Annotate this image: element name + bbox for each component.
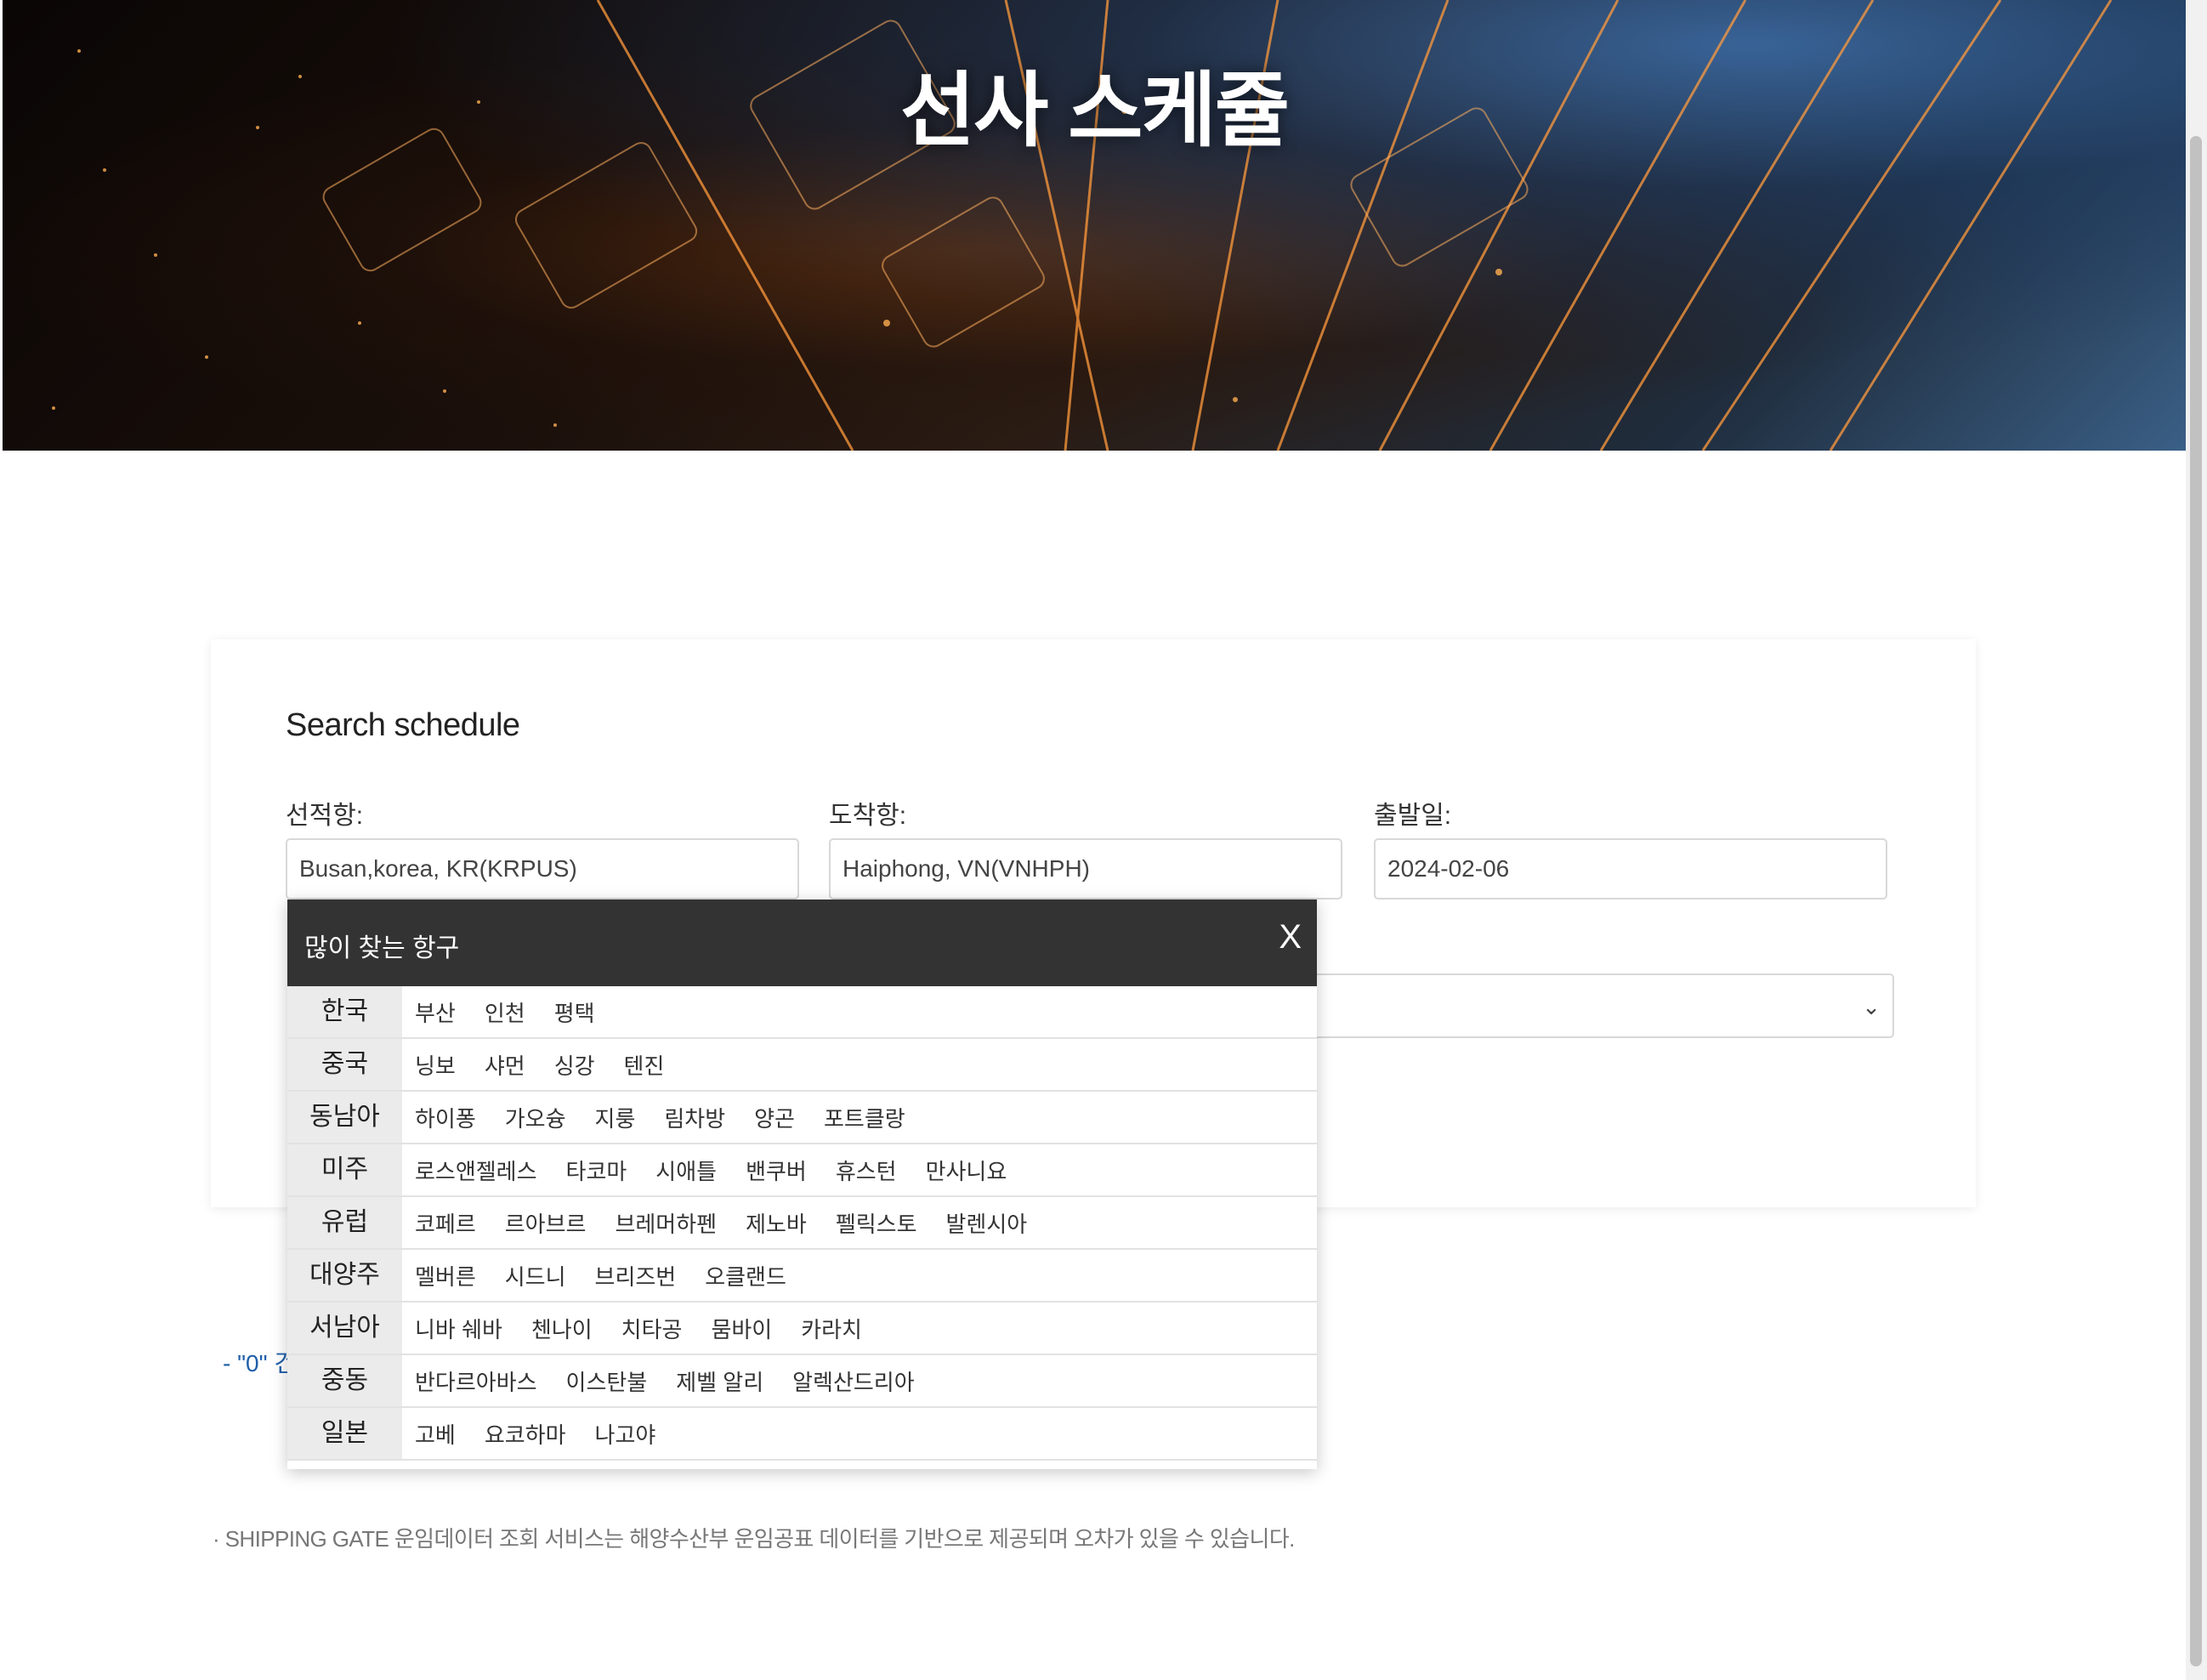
region-name: 미주 — [287, 1144, 402, 1195]
region-row: 서남아 니바 쉐바 첸나이 치타공 뭄바이 카라치 — [287, 1303, 1317, 1355]
port-link[interactable]: 제노바 — [746, 1207, 807, 1239]
search-schedule-title: Search schedule — [286, 707, 520, 743]
port-link[interactable]: 양곤 — [754, 1102, 795, 1133]
port-link[interactable]: 닝보 — [415, 1049, 456, 1081]
port-link[interactable]: 제벨 알리 — [676, 1365, 763, 1397]
port-link[interactable]: 지룽 — [595, 1102, 636, 1133]
port-link[interactable]: 가오슝 — [505, 1102, 566, 1133]
port-link[interactable]: 알렉산드리아 — [792, 1365, 915, 1397]
port-link[interactable]: 첸나이 — [531, 1313, 593, 1344]
region-row: 유럽 코페르 르아브르 브레머하펜 제노바 펠릭스토 발렌시아 — [287, 1197, 1317, 1250]
result-count-note: - "0" 건 — [223, 1350, 297, 1376]
close-button[interactable]: X — [1279, 918, 1302, 956]
origin-port-input[interactable]: Busan,korea, KR(KRPUS) — [286, 838, 799, 900]
departure-date-label: 출발일: — [1374, 802, 1452, 830]
port-link[interactable]: 림차방 — [664, 1102, 725, 1133]
port-list: 닝보 샤먼 싱강 텐진 — [415, 1039, 693, 1090]
region-name: 유럽 — [287, 1197, 402, 1248]
port-list: 멜버른 시드니 브리즈번 오클랜드 — [415, 1250, 815, 1301]
port-link[interactable]: 시드니 — [505, 1260, 566, 1291]
destination-port-input[interactable]: Haiphong, VN(VNHPH) — [829, 838, 1342, 900]
chevron-down-icon: ⌄ — [1862, 994, 1881, 1019]
popup-header: 많이 찾는 항구 X — [287, 900, 1317, 986]
region-name: 중국 — [287, 1039, 402, 1090]
port-link[interactable]: 고베 — [415, 1418, 456, 1450]
region-row: 대양주 멜버른 시드니 브리즈번 오클랜드 — [287, 1250, 1317, 1303]
port-link[interactable]: 오클랜드 — [705, 1260, 786, 1291]
destination-port-label: 도착항: — [829, 802, 907, 830]
region-row: 미주 로스앤젤레스 타코마 시애틀 밴쿠버 휴스턴 만사니요 — [287, 1144, 1317, 1197]
region-name: 대양주 — [287, 1250, 402, 1301]
port-link[interactable]: 브리즈번 — [595, 1260, 677, 1291]
port-list: 코페르 르아브르 브레머하펜 제노바 펠릭스토 발렌시아 — [415, 1197, 1056, 1248]
port-link[interactable]: 반다르아바스 — [415, 1365, 537, 1397]
port-link[interactable]: 싱강 — [554, 1049, 595, 1081]
departure-date-input[interactable]: 2024-02-06 — [1374, 838, 1887, 900]
port-link[interactable]: 르아브르 — [505, 1207, 587, 1239]
port-list: 로스앤젤레스 타코마 시애틀 밴쿠버 휴스턴 만사니요 — [415, 1144, 1035, 1195]
region-row: 중국 닝보 샤먼 싱강 텐진 — [287, 1039, 1317, 1092]
port-link[interactable]: 포트클랑 — [824, 1102, 905, 1133]
port-list: 부산 인천 평택 — [415, 986, 624, 1037]
region-name: 일본 — [287, 1408, 402, 1459]
port-link[interactable]: 만사니요 — [926, 1155, 1007, 1186]
port-link[interactable]: 텐진 — [624, 1049, 665, 1081]
port-link[interactable]: 휴스턴 — [836, 1155, 897, 1186]
port-link[interactable]: 코페르 — [415, 1207, 476, 1239]
hero-banner: 선사 스케쥴 — [3, 0, 2186, 451]
region-name: 동남아 — [287, 1092, 402, 1143]
popular-ports-popup: 많이 찾는 항구 X 한국 부산 인천 평택중국 닝보 샤먼 싱강 텐진동남아 하이퐁 가오슝 지룽… — [287, 900, 1317, 1469]
port-link[interactable]: 이스탄불 — [566, 1365, 648, 1397]
port-link[interactable]: 펠릭스토 — [836, 1207, 917, 1239]
region-name: 서남아 — [287, 1303, 402, 1354]
port-list: 고베 요코하마 나고야 — [415, 1408, 684, 1459]
region-row: 중동 반다르아바스 이스탄불 제벨 알리 알렉산드리아 — [287, 1355, 1317, 1408]
region-row: 동남아 하이퐁 가오슝 지룽 림차방 양곤 포트클랑 — [287, 1092, 1317, 1144]
port-link[interactable]: 평택 — [554, 996, 595, 1028]
port-link[interactable]: 뭄바이 — [711, 1313, 772, 1344]
region-name: 중동 — [287, 1355, 402, 1406]
port-link[interactable]: 하이퐁 — [415, 1102, 476, 1133]
port-link[interactable]: 로스앤젤레스 — [415, 1155, 537, 1186]
port-list: 하이퐁 가오슝 지룽 림차방 양곤 포트클랑 — [415, 1092, 934, 1143]
origin-port-label: 선적항: — [286, 802, 364, 830]
port-link[interactable]: 치타공 — [621, 1313, 683, 1344]
port-link[interactable]: 니바 쉐바 — [415, 1313, 502, 1344]
port-link[interactable]: 카라치 — [801, 1313, 862, 1344]
port-link[interactable]: 브레머하펜 — [615, 1207, 717, 1239]
port-link[interactable]: 발렌시아 — [946, 1207, 1028, 1239]
scrollbar-thumb[interactable] — [2190, 136, 2202, 1666]
popup-title: 많이 찾는 항구 — [304, 934, 460, 962]
port-link[interactable]: 샤먼 — [485, 1049, 525, 1081]
port-link[interactable]: 요코하마 — [485, 1418, 566, 1450]
port-list: 니바 쉐바 첸나이 치타공 뭄바이 카라치 — [415, 1303, 891, 1354]
disclaimer-note: · SHIPPING GATE 운임데이터 조회 서비스는 해양수산부 운임공표… — [213, 1526, 1295, 1552]
port-link[interactable]: 부산 — [415, 996, 456, 1028]
port-link[interactable]: 밴쿠버 — [746, 1155, 807, 1186]
port-link[interactable]: 인천 — [485, 996, 525, 1028]
region-row: 일본 고베 요코하마 나고야 — [287, 1408, 1317, 1461]
port-link[interactable]: 나고야 — [595, 1418, 656, 1450]
port-link[interactable]: 멜버른 — [415, 1260, 476, 1291]
region-name: 한국 — [287, 986, 402, 1037]
region-row: 한국 부산 인천 평택 — [287, 986, 1317, 1039]
port-link[interactable]: 시애틀 — [655, 1155, 717, 1186]
port-link[interactable]: 타코마 — [566, 1155, 627, 1186]
port-list: 반다르아바스 이스탄불 제벨 알리 알렉산드리아 — [415, 1355, 944, 1406]
carrier-select[interactable]: ⌄ — [1275, 973, 1894, 1038]
page-title: 선사 스케쥴 — [899, 65, 1290, 156]
